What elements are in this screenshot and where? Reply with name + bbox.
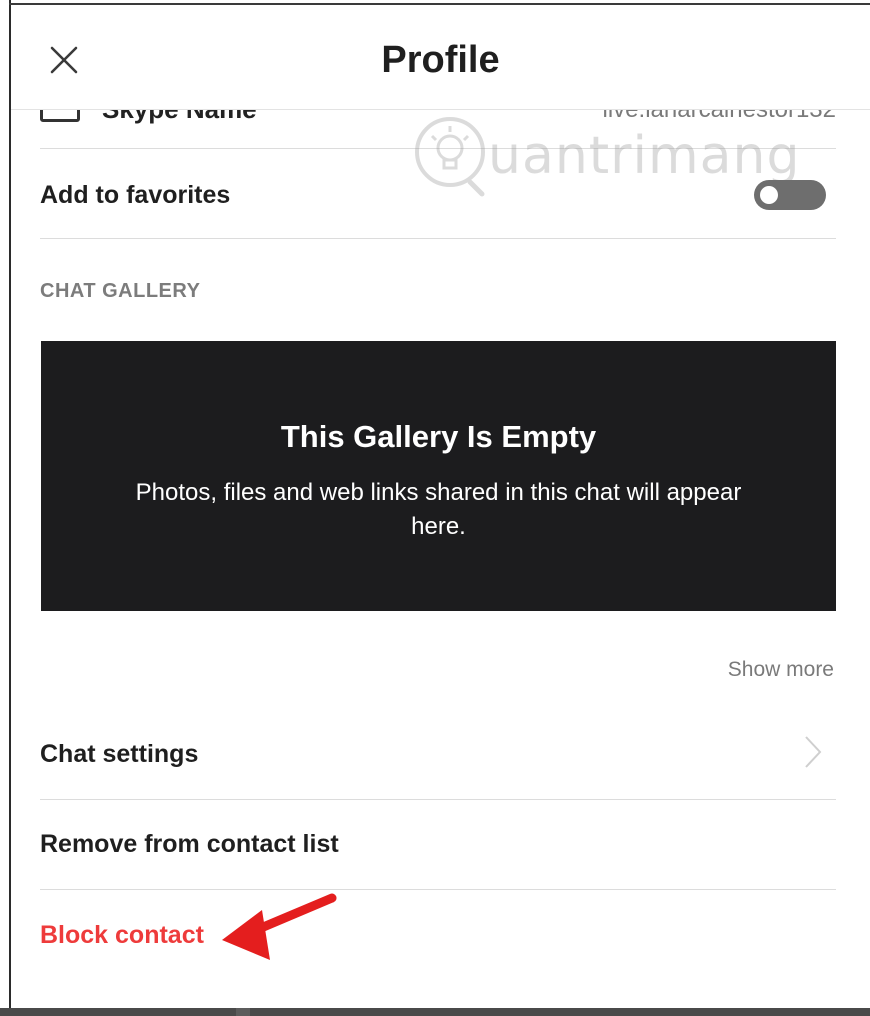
chat-settings-label: Chat settings <box>40 740 199 768</box>
profile-header: Profile <box>11 5 870 110</box>
block-contact-label: Block contact <box>40 921 204 949</box>
chevron-right-icon <box>805 736 822 768</box>
gallery-empty-title: This Gallery Is Empty <box>280 419 597 454</box>
show-more-link[interactable]: Show more <box>728 658 834 682</box>
skype-name-value: live:lanarcalhestor132 <box>603 110 836 124</box>
window-border-left <box>9 0 11 1008</box>
skype-name-label: Skype Name <box>102 110 257 125</box>
add-to-favorites-label: Add to favorites <box>40 181 231 209</box>
window-bottom-separator <box>236 1008 250 1016</box>
window-bottom-bar <box>0 1008 870 1016</box>
add-to-favorites-row: Add to favorites <box>40 149 836 239</box>
remove-from-contact-list-label: Remove from contact list <box>40 830 339 858</box>
id-card-icon <box>40 110 80 122</box>
block-contact-row[interactable]: Block contact <box>40 888 440 978</box>
favorites-toggle[interactable] <box>754 180 826 210</box>
toggle-knob <box>760 186 778 204</box>
chat-settings-row[interactable]: Chat settings <box>40 709 836 800</box>
page-title: Profile <box>381 39 500 81</box>
gallery-empty-description: Photos, files and web links shared in th… <box>135 479 742 540</box>
chat-gallery-panel: This Gallery Is Empty Photos, files and … <box>41 341 836 611</box>
skype-name-row: Skype Name live:lanarcalhestor132 <box>40 110 836 149</box>
chat-gallery-heading: CHAT GALLERY <box>40 280 201 302</box>
remove-from-contact-list-row[interactable]: Remove from contact list <box>40 799 836 890</box>
